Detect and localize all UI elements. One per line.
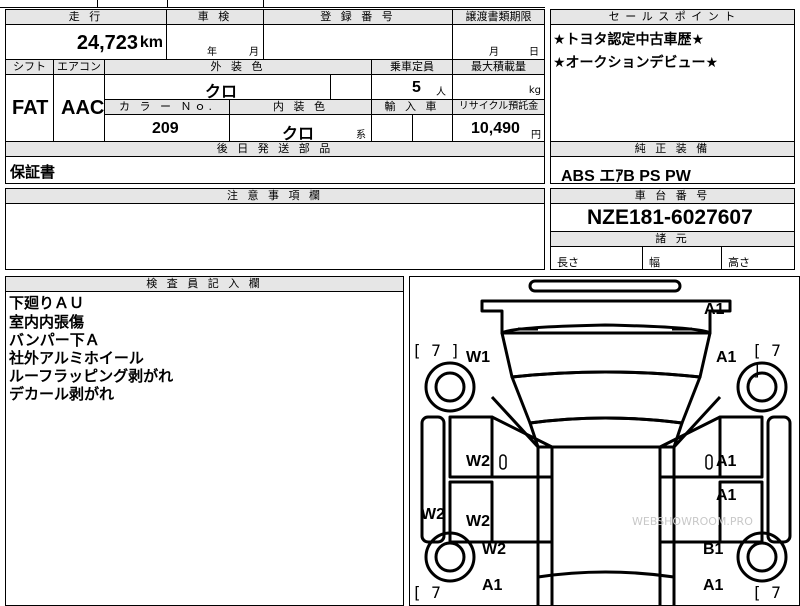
int-color-cell: クロ 系 (229, 114, 372, 143)
inspector-notes-cell: 下廻りＡＵ 室内内張傷 バンパー下Ａ 社外アルミホイール ルーフラッピング剥がれ… (5, 291, 404, 606)
color-no-value: 209 (152, 120, 179, 137)
aircon-cell: AAC (53, 74, 105, 142)
import-cell-1 (371, 114, 413, 142)
inspection-cell: 年 月 (166, 24, 264, 60)
ext-color-header: 外 装 色 (104, 59, 372, 75)
transfer-month: 月 (489, 47, 499, 58)
damage-mark-right-rear-door: A1 (716, 487, 737, 504)
recycle-unit: 円 (531, 130, 541, 141)
dim-height-cell: 高さ (721, 246, 795, 270)
sales-point-2: ★オークションデビュー★ (553, 55, 719, 71)
shift-value: FAT (12, 97, 49, 119)
later-parts-value: 保証書 (10, 163, 56, 181)
color-no-cell: 209 (104, 114, 230, 142)
dim-width-label: 幅 (649, 256, 660, 269)
later-parts-cell: 保証書 (5, 156, 545, 184)
capacity-header: 乗車定員 (371, 59, 453, 75)
max-load-unit: kg (528, 85, 541, 96)
right-bracket-top: [ 7 ] (752, 341, 781, 379)
dim-length-label: 長さ (557, 256, 579, 269)
top-cut-row (0, 0, 545, 8)
inspector-note: デカール剥がれ (9, 385, 115, 403)
damage-mark-left-front-door: W2 (466, 453, 490, 470)
caution-header: 注 意 事 項 欄 (5, 188, 545, 204)
inspection-year: 年 (207, 47, 217, 58)
dimensions-header: 諸 元 (550, 231, 795, 247)
genuine-equipment-cell: ABS エｱB PS PW (550, 156, 795, 185)
shift-cell: FAT (5, 74, 54, 142)
chassis-header: 車 台 番 号 (550, 188, 795, 204)
sales-point-1: ★トヨタ認定中古車歴★ (553, 32, 705, 48)
damage-mark-front-bumper: A1 (704, 301, 725, 318)
damage-mark-front-left-fender: W1 (466, 349, 490, 366)
damage-mark-front-right-fender: A1 (716, 349, 737, 366)
ext-color-cell: クロ (104, 74, 331, 101)
mileage-value: 24,723 (76, 32, 138, 54)
int-color-suffix: 系 (356, 130, 366, 141)
right-bracket-bottom: [ 7 ] (752, 583, 781, 605)
int-color-header: 内 装 色 (229, 99, 372, 115)
transfer-due-cell: 月 日 (452, 24, 545, 60)
mileage-cell: 24,723 km (5, 24, 167, 60)
aircon-value: AAC (61, 97, 105, 119)
damage-mark-left-quarter: W2 (482, 541, 506, 558)
caution-cell (5, 203, 545, 270)
genuine-equipment-header: 純 正 装 備 (550, 141, 795, 157)
car-outline-diagram (420, 279, 792, 605)
mileage-unit: km (139, 34, 163, 51)
chassis-value: NZE181-6027607 (587, 206, 753, 229)
inspection-header: 車 検 (166, 9, 264, 25)
damage-mark-left-sill: W2 (421, 506, 445, 523)
import-cell-2 (412, 114, 453, 142)
aircon-header: エアコン (53, 59, 105, 75)
inspector-note: 社外アルミホイール (9, 349, 144, 367)
import-header: 輸 入 車 (371, 99, 453, 115)
damage-mark-rear-left: A1 (482, 577, 503, 594)
registration-number-header: 登 録 番 号 (263, 9, 453, 25)
left-bracket-bottom: [ 7 (412, 583, 441, 602)
dim-height-label: 高さ (728, 256, 750, 269)
damage-mark-rear-right: A1 (703, 577, 724, 594)
ext-color-extra-cell (330, 74, 372, 100)
dim-length-cell: 長さ (550, 246, 643, 270)
inspection-month: 月 (249, 47, 259, 58)
recycle-header: リサイクル預託金 (452, 99, 545, 115)
genuine-equipment-value: ABS エｱB PS PW (561, 168, 691, 185)
inspector-header: 検 査 員 記 入 欄 (5, 276, 404, 292)
color-no-header: カ ラ ー Ｎｏ. (104, 99, 230, 115)
chassis-cell: NZE181-6027607 (550, 203, 795, 232)
recycle-cell: 10,490 円 (452, 114, 545, 142)
transfer-due-header: 譲渡書類期限 (452, 9, 545, 25)
damage-mark-left-rear-door: W2 (466, 513, 490, 530)
recycle-value: 10,490 (471, 120, 520, 137)
shift-header: シフト (5, 59, 54, 75)
inspector-note: バンパー下Ａ (9, 331, 100, 349)
capacity-cell: 5 人 (371, 74, 453, 100)
damage-diagram: WEBSHOWROOM.PRO [ 7 ] [ 7 ] [ 7 [ 7 ] A1… (409, 276, 800, 606)
inspector-note: 室内内張傷 (9, 313, 85, 331)
diagram-watermark: WEBSHOWROOM.PRO (632, 515, 753, 528)
sales-point-header: セ ー ル ス ポ イ ン ト (550, 9, 795, 25)
max-load-cell: kg (452, 74, 545, 100)
inspector-note: ルーフラッピング剥がれ (9, 367, 174, 385)
inspector-note: 下廻りＡＵ (9, 294, 85, 312)
dim-width-cell: 幅 (642, 246, 722, 270)
damage-mark-right-front-door: A1 (716, 453, 737, 470)
left-bracket-top: [ 7 ] (412, 341, 461, 360)
registration-number-cell (263, 24, 453, 60)
capacity-unit: 人 (436, 87, 446, 98)
sales-point-cell: ★トヨタ認定中古車歴★ ★オークションデビュー★ (550, 24, 795, 142)
damage-mark-right-quarter: B1 (703, 541, 724, 558)
max-load-header: 最大積載量 (452, 59, 545, 75)
mileage-header: 走 行 (5, 9, 167, 25)
transfer-day: 日 (529, 47, 539, 58)
later-parts-header: 後 日 発 送 部 品 (5, 141, 545, 157)
capacity-value: 5 (412, 79, 421, 96)
